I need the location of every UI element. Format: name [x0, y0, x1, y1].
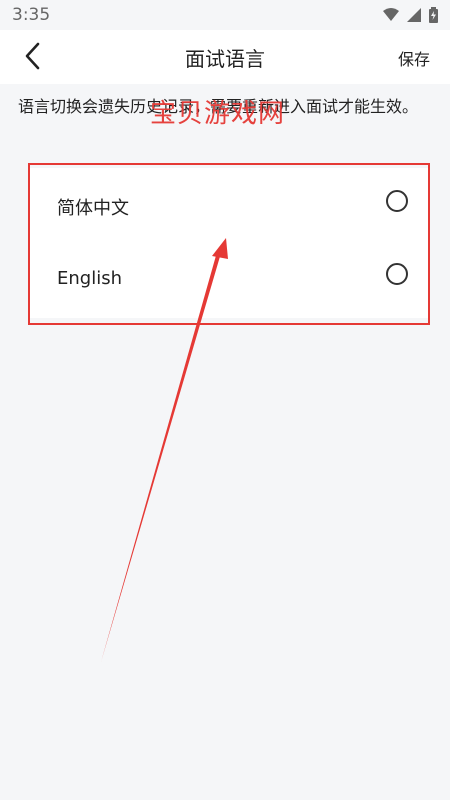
language-option-label: 简体中文	[57, 198, 129, 219]
language-option-label: English	[57, 268, 122, 289]
save-button[interactable]: 保存	[398, 46, 430, 70]
language-option-chinese[interactable]: 简体中文	[30, 168, 428, 238]
status-icons	[383, 7, 438, 23]
wifi-icon	[383, 8, 399, 21]
language-radio-chinese[interactable]	[386, 190, 408, 212]
status-bar: 3:35	[0, 0, 450, 30]
page-title: 面试语言	[185, 47, 265, 71]
watermark-text: 宝贝游戏网	[150, 99, 286, 129]
battery-icon	[429, 7, 438, 23]
language-radio-english[interactable]	[386, 263, 408, 285]
status-time: 3:35	[12, 5, 51, 25]
language-list: 简体中文 English	[30, 168, 428, 318]
language-option-english[interactable]: English	[30, 242, 428, 312]
nav-bar: 面试语言 保存	[0, 30, 450, 84]
signal-icon	[407, 8, 421, 22]
